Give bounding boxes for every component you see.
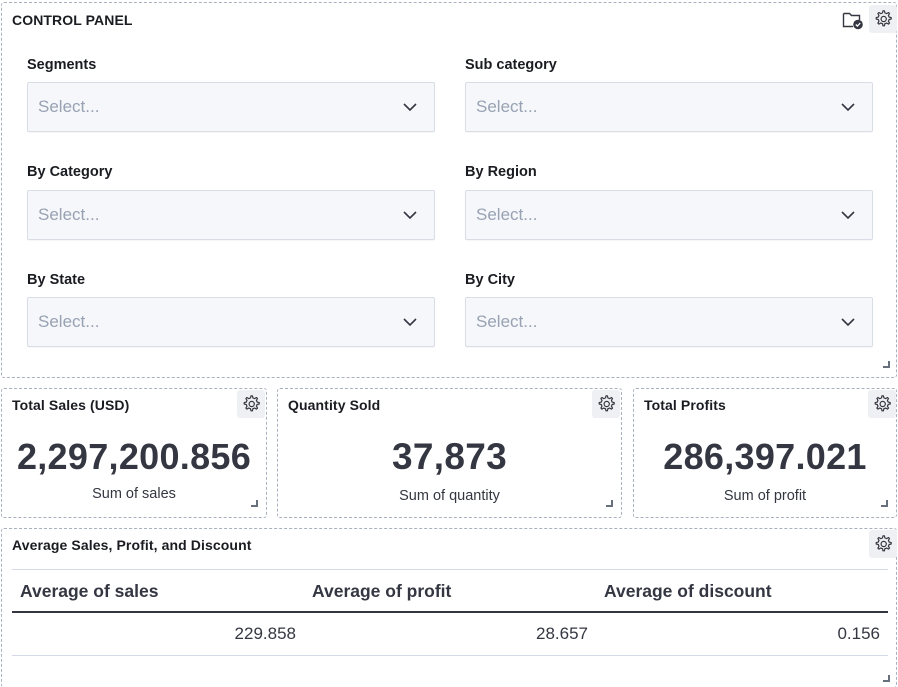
by-city-placeholder: Select... bbox=[476, 312, 538, 331]
total-sales-panel: Total Sales (USD) 2,297,200.856 Sum of s… bbox=[1, 388, 267, 518]
segments-label: Segments bbox=[27, 57, 97, 73]
total-profits-title: Total Profits bbox=[644, 397, 726, 413]
total-sales-settings-button[interactable] bbox=[237, 390, 265, 418]
resize-handle-icon[interactable] bbox=[251, 500, 258, 507]
total-profits-settings-button[interactable] bbox=[868, 390, 896, 418]
average-sales-cell: 229.858 bbox=[234, 624, 296, 643]
segments-placeholder: Select... bbox=[38, 97, 100, 116]
table-row: 229.858 28.657 0.156 bbox=[12, 613, 888, 656]
control-panel-settings-button[interactable] bbox=[869, 5, 897, 33]
by-state-label: By State bbox=[27, 272, 86, 288]
quantity-sold-title: Quantity Sold bbox=[288, 397, 381, 413]
averages-panel: Average Sales, Profit, and Discount Aver… bbox=[1, 528, 897, 687]
total-profits-panel: Total Profits 286,397.021 Sum of profit bbox=[633, 388, 897, 518]
total-sales-value: 2,297,200.856 bbox=[16, 436, 252, 477]
quantity-sold-panel: Quantity Sold 37,873 Sum of quantity bbox=[277, 388, 622, 518]
resize-handle-icon[interactable] bbox=[881, 500, 888, 507]
by-category-label: By Category bbox=[27, 164, 113, 180]
average-profit-cell: 28.657 bbox=[536, 624, 588, 643]
by-category-placeholder: Select... bbox=[38, 205, 100, 224]
quantity-sold-settings-button[interactable] bbox=[592, 390, 620, 418]
table-header: Average of sales Average of profit Avera… bbox=[12, 569, 888, 613]
sub-category-select[interactable]: Select... bbox=[465, 82, 873, 132]
total-profits-value: 286,397.021 bbox=[663, 436, 867, 477]
by-category-select[interactable]: Select... bbox=[27, 190, 435, 240]
resize-handle-icon[interactable] bbox=[883, 675, 890, 682]
by-state-select[interactable]: Select... bbox=[27, 297, 435, 347]
quantity-sold-subtitle: Sum of quantity bbox=[399, 488, 500, 504]
averages-settings-button[interactable] bbox=[869, 530, 897, 558]
gear-icon bbox=[875, 10, 892, 27]
folder-check-icon[interactable] bbox=[842, 10, 864, 30]
gear-icon bbox=[243, 395, 260, 412]
by-region-label: By Region bbox=[465, 164, 537, 180]
column-header-average-sales[interactable]: Average of sales bbox=[20, 581, 158, 602]
chevron-down-icon bbox=[403, 211, 417, 220]
resize-handle-icon[interactable] bbox=[606, 500, 613, 507]
segments-select[interactable]: Select... bbox=[27, 82, 435, 132]
chevron-down-icon bbox=[841, 103, 855, 112]
gear-icon bbox=[874, 395, 891, 412]
averages-title: Average Sales, Profit, and Discount bbox=[12, 537, 252, 553]
total-sales-title: Total Sales (USD) bbox=[12, 397, 130, 413]
chevron-down-icon bbox=[841, 211, 855, 220]
chevron-down-icon bbox=[841, 318, 855, 327]
quantity-sold-value: 37,873 bbox=[392, 436, 507, 477]
chevron-down-icon bbox=[403, 103, 417, 112]
gear-icon bbox=[598, 395, 615, 412]
by-state-placeholder: Select... bbox=[38, 312, 100, 331]
by-region-placeholder: Select... bbox=[476, 205, 538, 224]
sub-category-placeholder: Select... bbox=[476, 97, 538, 116]
total-profits-subtitle: Sum of profit bbox=[723, 488, 807, 504]
by-city-label: By City bbox=[465, 272, 515, 288]
chevron-down-icon bbox=[403, 318, 417, 327]
control-panel-title: CONTROL PANEL bbox=[12, 12, 133, 28]
gear-icon bbox=[875, 535, 892, 552]
average-discount-cell: 0.156 bbox=[837, 624, 880, 643]
by-city-select[interactable]: Select... bbox=[465, 297, 873, 347]
by-region-select[interactable]: Select... bbox=[465, 190, 873, 240]
sub-category-label: Sub category bbox=[465, 57, 557, 73]
total-sales-subtitle: Sum of sales bbox=[92, 486, 176, 502]
column-header-average-profit[interactable]: Average of profit bbox=[312, 581, 451, 602]
control-panel: CONTROL PANEL Segments Select... Sub cat… bbox=[1, 2, 897, 378]
column-header-average-discount[interactable]: Average of discount bbox=[604, 581, 772, 602]
resize-handle-icon[interactable] bbox=[883, 361, 890, 368]
